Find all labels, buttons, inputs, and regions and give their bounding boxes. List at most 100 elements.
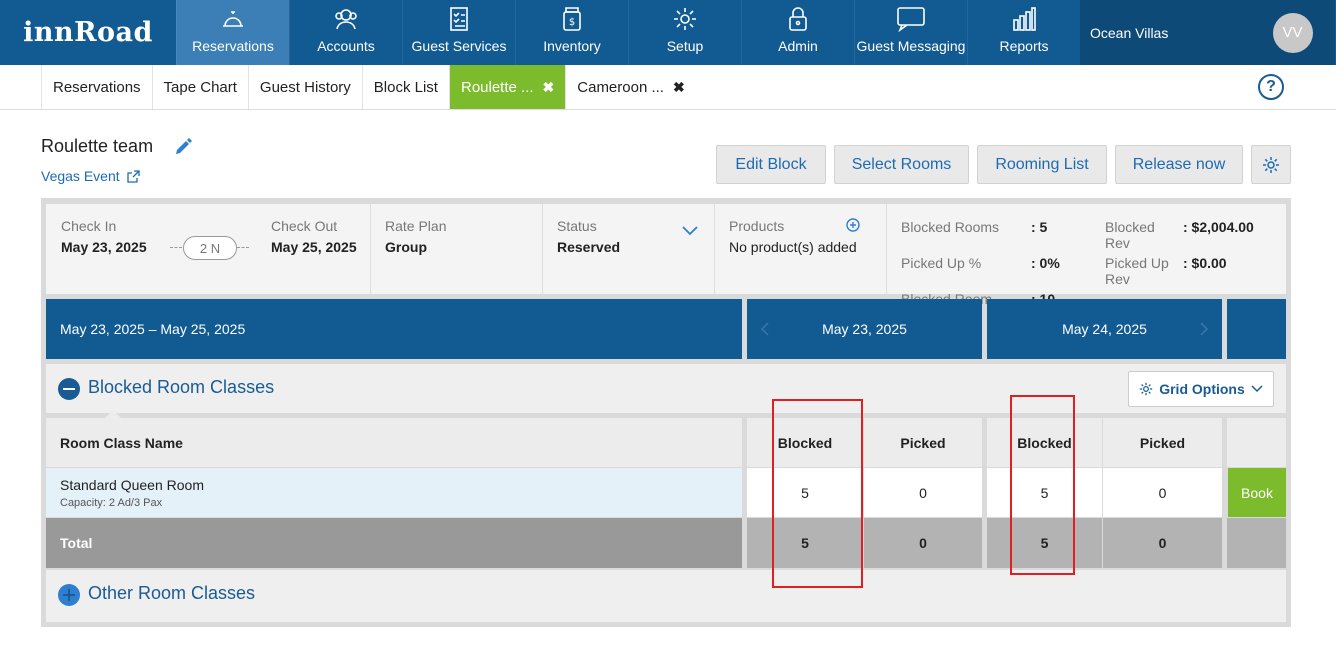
picked-up-rev-label: Picked Up Rev: [1105, 255, 1169, 287]
grid-options-button[interactable]: Grid Options: [1128, 371, 1274, 407]
nav-setup[interactable]: Setup: [628, 0, 741, 65]
settings-button[interactable]: [1251, 145, 1291, 184]
nav-reservations[interactable]: Reservations: [176, 0, 289, 65]
blocked-rooms-value: : 5: [1031, 219, 1048, 235]
close-icon[interactable]: ✖: [673, 79, 685, 96]
chevron-left-icon[interactable]: [761, 322, 769, 336]
room-class-name: Standard Queen Room: [60, 476, 204, 493]
col-header-action: [1227, 418, 1286, 467]
checklist-icon: [450, 7, 468, 31]
book-button[interactable]: Book: [1228, 468, 1286, 517]
collapse-icon[interactable]: [58, 378, 80, 400]
status-label: Status: [557, 218, 597, 234]
tab-label: Guest History: [259, 78, 351, 96]
nav-accounts[interactable]: Accounts: [289, 0, 402, 65]
nav-label: Inventory: [543, 38, 601, 54]
room-class-capacity: Capacity: 2 Ad/3 Pax: [60, 496, 163, 509]
chevron-down-icon: [1251, 385, 1263, 393]
nav-reports[interactable]: Reports: [967, 0, 1080, 65]
nav-admin[interactable]: Admin: [741, 0, 854, 65]
pencil-icon[interactable]: [173, 137, 193, 157]
nav-inventory[interactable]: $ Inventory: [515, 0, 628, 65]
table-row: Standard Queen Room Capacity: 2 Ad/3 Pax: [46, 468, 742, 517]
chevron-down-icon[interactable]: [682, 226, 698, 236]
gear-icon: [1139, 382, 1153, 396]
user-menu[interactable]: VV: [1250, 0, 1335, 65]
edit-block-button[interactable]: Edit Block: [716, 145, 826, 184]
app-logo[interactable]: innRoad: [0, 0, 176, 65]
block-info-bar: Check In May 23, 2025 2 N Check Out May …: [46, 204, 1286, 323]
total-picked-day1: 0: [864, 518, 982, 568]
nav-label: Setup: [666, 38, 704, 54]
nav-label: Accounts: [317, 38, 375, 54]
products-cell: Products No product(s) added: [715, 204, 887, 294]
event-label: Vegas Event: [41, 168, 120, 184]
sub-tab-bar: Reservations Tape Chart Guest History Bl…: [0, 65, 1336, 110]
external-link-icon: [126, 169, 140, 183]
picked-value-day1: 0: [864, 468, 982, 517]
rooming-list-button[interactable]: Rooming List: [977, 145, 1107, 184]
svg-text:$: $: [569, 17, 575, 28]
picked-up-pct-value: : 0%: [1031, 255, 1060, 271]
tab-label: Cameroon ...: [577, 78, 664, 96]
check-in-value: May 23, 2025: [61, 239, 147, 255]
tab-cameroon[interactable]: Cameroon ... ✖: [565, 65, 695, 109]
date-header-day2: May 24, 2025: [987, 299, 1222, 359]
divider: [237, 247, 249, 248]
nav-label: Reports: [999, 38, 1049, 54]
nights-badge: 2 N: [183, 236, 237, 260]
total-picked-day2: 0: [1103, 518, 1222, 568]
picked-up-rev-value: : $0.00: [1183, 255, 1227, 271]
date-range-label: May 23, 2025 – May 25, 2025: [60, 321, 246, 337]
date-range-header: May 23, 2025 – May 25, 2025: [46, 299, 742, 359]
event-link[interactable]: Vegas Event: [41, 168, 140, 184]
help-icon[interactable]: ?: [1258, 74, 1284, 100]
status-cell[interactable]: Status Reserved: [543, 204, 715, 294]
stats-cell: Blocked Rooms: 5 Blocked Rev: $2,004.00 …: [887, 204, 1273, 323]
chevron-right-icon[interactable]: [1200, 322, 1208, 336]
avatar[interactable]: VV: [1272, 12, 1313, 53]
select-rooms-button[interactable]: Select Rooms: [834, 145, 969, 184]
tab-roulette[interactable]: Roulette ... ✖: [448, 65, 566, 109]
lock-icon: [789, 7, 807, 31]
nav-guest-services[interactable]: Guest Services: [402, 0, 515, 65]
day-label: May 23, 2025: [822, 321, 907, 337]
users-icon: [335, 9, 357, 30]
page-title: Roulette team: [41, 136, 154, 156]
tab-tape-chart[interactable]: Tape Chart: [151, 65, 248, 109]
nav-label: Admin: [778, 38, 818, 54]
col-header-picked-day2: Picked: [1103, 418, 1222, 467]
status-value: Reserved: [557, 239, 621, 255]
picked-up-pct-label: Picked Up %: [901, 255, 982, 271]
nav-guest-messaging[interactable]: Guest Messaging: [854, 0, 967, 65]
blocked-rev-value: : $2,004.00: [1183, 219, 1254, 235]
tab-label: Reservations: [53, 78, 141, 96]
nav-label: Guest Services: [411, 38, 507, 54]
divider: [170, 247, 182, 248]
check-out-value: May 25, 2025: [271, 239, 357, 255]
release-now-button[interactable]: Release now: [1115, 145, 1243, 184]
tab-block-list[interactable]: Block List: [361, 65, 449, 109]
blocked-rev-label: Blocked Rev: [1105, 219, 1155, 251]
top-navigation: innRoad Reservations Accounts Guest Serv…: [0, 0, 1336, 65]
date-header-action: [1227, 299, 1286, 359]
highlight-box: [1010, 395, 1075, 575]
expand-icon[interactable]: [58, 584, 80, 606]
tab-label: Roulette ...: [460, 78, 534, 96]
tab-guest-history[interactable]: Guest History: [247, 65, 362, 109]
add-product-icon[interactable]: [846, 218, 860, 232]
rate-plan-cell: Rate Plan Group: [371, 204, 543, 294]
nav-label: Reservations: [192, 38, 274, 54]
blocked-rooms-label: Blocked Rooms: [901, 219, 1000, 235]
total-action-cell: [1227, 518, 1286, 568]
close-icon[interactable]: ✖: [543, 79, 555, 96]
nav-label: Guest Messaging: [856, 38, 966, 54]
check-out-label: Check Out: [271, 218, 338, 234]
tab-label: Block List: [373, 78, 438, 96]
rate-plan-value: Group: [385, 239, 427, 255]
hotel-name[interactable]: Ocean Villas: [1080, 0, 1250, 65]
date-header-day1: May 23, 2025: [747, 299, 982, 359]
total-label: Total: [46, 518, 742, 568]
grid-options-label: Grid Options: [1159, 381, 1245, 397]
tab-reservations[interactable]: Reservations: [41, 65, 152, 109]
